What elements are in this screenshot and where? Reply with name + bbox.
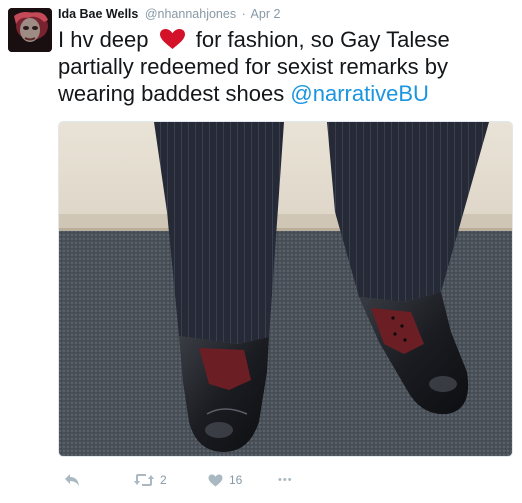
like-count: 16: [229, 473, 243, 487]
retweet-count: 2: [160, 473, 167, 487]
like-button[interactable]: 16: [208, 470, 242, 490]
reply-button[interactable]: [64, 470, 80, 490]
tweet-text: I hv deep for fashion, so Gay Talese par…: [58, 26, 513, 107]
author-handle[interactable]: @nhannahjones: [145, 7, 236, 21]
reply-icon: [64, 473, 80, 487]
red-heart-emoji-icon: [159, 28, 186, 50]
more-icon: •••: [278, 474, 293, 486]
tweet-date[interactable]: Apr 2: [251, 7, 281, 21]
heart-icon: [208, 474, 223, 487]
more-button[interactable]: •••: [278, 470, 293, 490]
tweet-text-part-1: I hv deep: [58, 27, 149, 52]
tweet-actions: 2 16 •••: [58, 470, 513, 490]
mention-link[interactable]: @narrativeBU: [290, 81, 429, 106]
tweet[interactable]: Ida Bae Wells @nhannahjones · Apr 2 I hv…: [0, 0, 522, 503]
header-separator: ·: [241, 7, 246, 21]
tweet-header: Ida Bae Wells @nhannahjones · Apr 2: [58, 6, 280, 22]
tweet-photo[interactable]: [58, 121, 513, 457]
avatar[interactable]: [8, 8, 52, 52]
retweet-button[interactable]: 2: [134, 470, 167, 490]
author-name[interactable]: Ida Bae Wells: [58, 7, 138, 21]
retweet-icon: [134, 473, 154, 487]
